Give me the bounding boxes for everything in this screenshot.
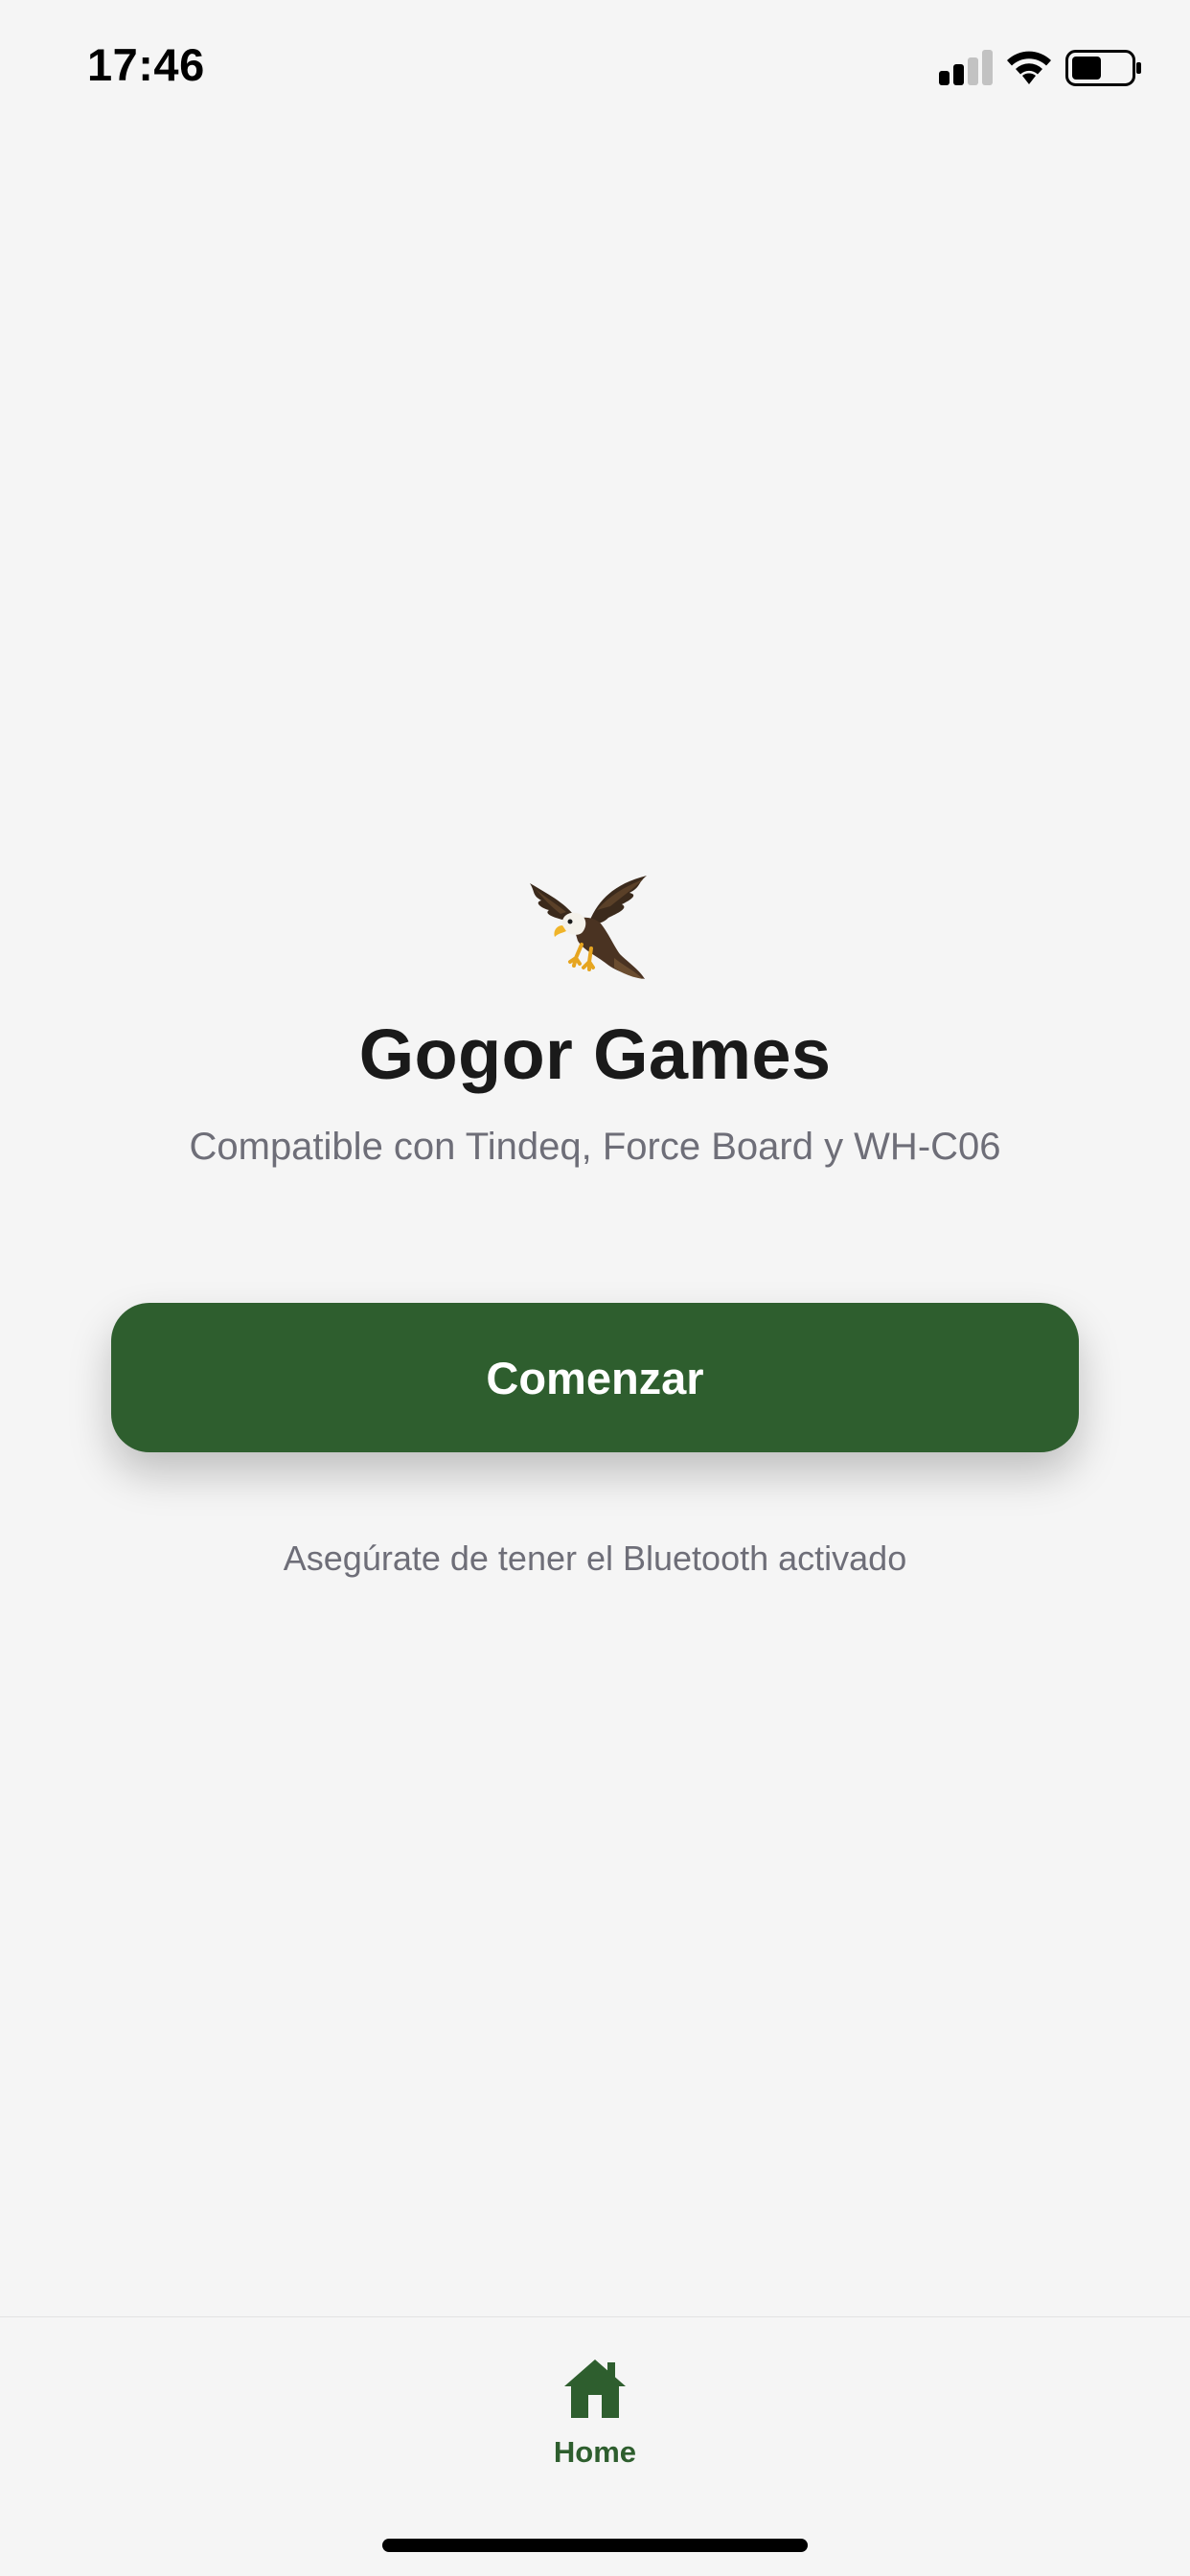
tab-home[interactable]: Home bbox=[518, 2357, 672, 2481]
app-title: Gogor Games bbox=[358, 1014, 832, 1094]
status-bar: 17:46 bbox=[0, 0, 1190, 134]
battery-icon bbox=[1065, 50, 1141, 86]
bluetooth-hint: Asegúrate de tener el Bluetooth activado bbox=[283, 1539, 907, 1578]
home-icon bbox=[564, 2359, 626, 2418]
eagle-icon bbox=[530, 876, 647, 979]
home-indicator[interactable] bbox=[382, 2539, 808, 2552]
wifi-icon bbox=[1007, 51, 1051, 84]
signal-icon bbox=[939, 50, 993, 85]
start-button[interactable]: Comenzar bbox=[111, 1303, 1079, 1452]
status-time: 17:46 bbox=[87, 39, 205, 90]
tab-home-label: Home bbox=[553, 2435, 637, 2469]
app-subtitle: Compatible con Tindeq, Force Board y WH-… bbox=[189, 1126, 1001, 1168]
